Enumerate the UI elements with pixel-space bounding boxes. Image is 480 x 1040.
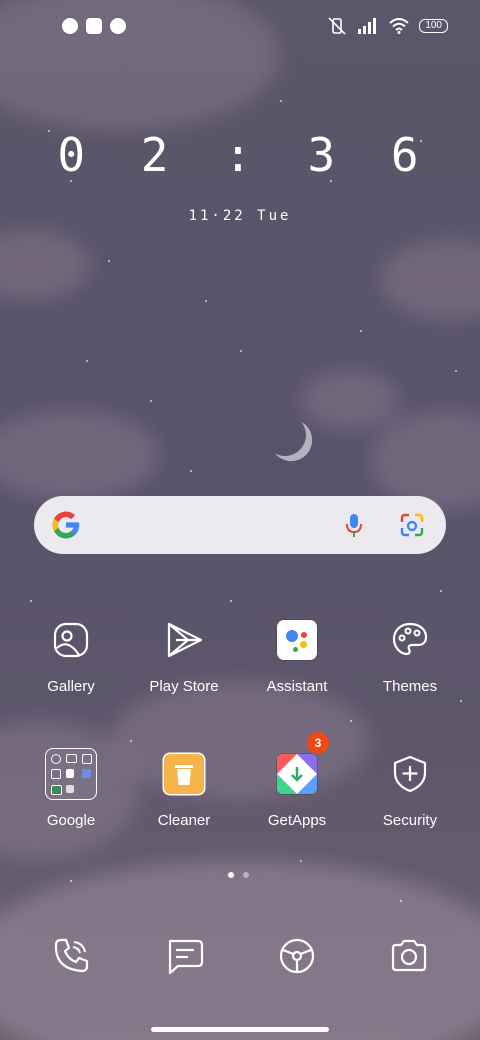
page-indicator bbox=[228, 872, 249, 878]
gesture-home-bar[interactable] bbox=[151, 1027, 329, 1032]
page-dot-active bbox=[228, 872, 234, 878]
folder-icon[interactable] bbox=[43, 746, 99, 802]
shield-plus-icon[interactable] bbox=[382, 746, 438, 802]
app-label: Cleaner bbox=[157, 812, 211, 829]
assistant-icon[interactable] bbox=[269, 612, 325, 668]
clock-date[interactable]: 11·22 Tue bbox=[0, 208, 480, 224]
vibrate-off-icon bbox=[328, 17, 346, 35]
trash-icon[interactable] bbox=[156, 746, 212, 802]
notification-app-icon bbox=[62, 18, 78, 34]
page-dot bbox=[243, 872, 249, 878]
app-label: Security bbox=[382, 812, 438, 829]
microphone-icon[interactable] bbox=[340, 511, 368, 539]
browser-icon[interactable] bbox=[275, 934, 319, 978]
app-cleaner[interactable]: Cleaner bbox=[129, 746, 239, 829]
camera-icon[interactable] bbox=[387, 934, 431, 978]
app-label: GetApps bbox=[267, 812, 327, 829]
app-themes[interactable]: Themes bbox=[355, 612, 465, 695]
messages-icon[interactable] bbox=[162, 934, 206, 978]
google-lens-icon[interactable] bbox=[398, 511, 426, 539]
gallery-icon[interactable] bbox=[43, 612, 99, 668]
app-getapps[interactable]: 3 GetApps bbox=[242, 732, 352, 829]
wifi-icon bbox=[389, 18, 409, 34]
palette-icon[interactable] bbox=[382, 612, 438, 668]
app-assistant[interactable]: Assistant bbox=[242, 612, 352, 695]
app-label: Gallery bbox=[47, 678, 95, 695]
status-bar: 100 bbox=[0, 0, 480, 56]
battery-icon: 100 bbox=[419, 19, 448, 33]
getapps-icon[interactable]: 3 bbox=[269, 732, 329, 802]
app-play-store[interactable]: Play Store bbox=[129, 612, 239, 695]
app-label: Google bbox=[46, 812, 96, 829]
notification-badge: 3 bbox=[307, 732, 329, 754]
notification-app-icon bbox=[110, 18, 126, 34]
google-logo-icon[interactable] bbox=[50, 509, 82, 541]
phone-icon[interactable] bbox=[49, 934, 93, 978]
clock-time[interactable]: 0 2 : 3 6 bbox=[0, 128, 480, 182]
moon-graphic bbox=[261, 411, 310, 460]
google-search-bar[interactable] bbox=[34, 496, 446, 554]
app-label: Assistant bbox=[266, 678, 328, 695]
folder-google[interactable]: Google bbox=[16, 746, 126, 829]
notification-square-icon bbox=[86, 18, 102, 34]
app-gallery[interactable]: Gallery bbox=[16, 612, 126, 695]
app-label: Play Store bbox=[149, 678, 219, 695]
app-security[interactable]: Security bbox=[355, 746, 465, 829]
play-store-icon[interactable] bbox=[156, 612, 212, 668]
app-label: Themes bbox=[382, 678, 438, 695]
signal-icon bbox=[358, 18, 377, 34]
